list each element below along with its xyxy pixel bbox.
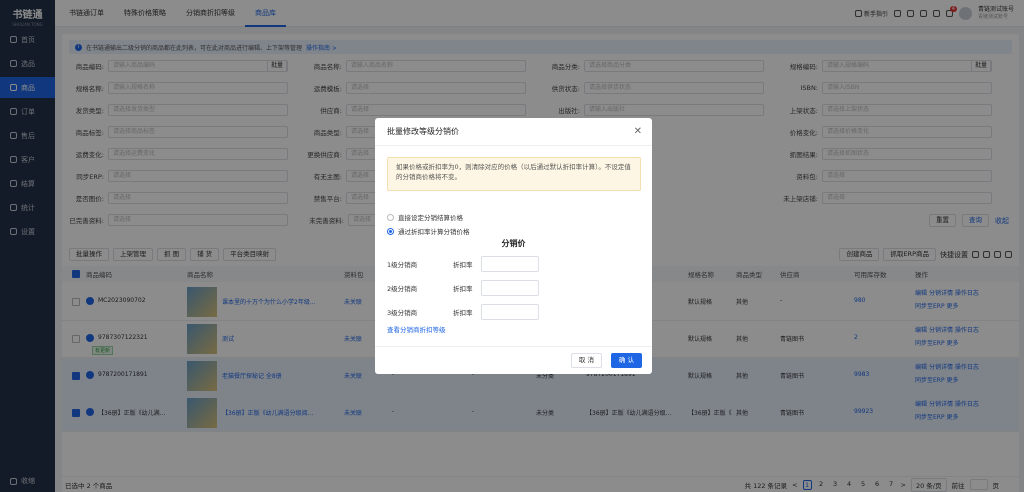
batch-discount-modal: 批量修改等级分销价 ✕ 如果价格或折扣率为0，则清除对应的价格（以后通过默认折扣…: [375, 118, 652, 374]
modal-title: 批量修改等级分销价: [375, 118, 652, 146]
level-field-label: 折扣率: [453, 309, 473, 317]
radio-direct-price[interactable]: 直接设定分销结算价格: [387, 212, 463, 222]
cancel-button[interactable]: 取 消: [570, 353, 602, 368]
level-row: 2级分销商 折扣率: [387, 280, 539, 296]
level-name: 3级分销商: [387, 309, 418, 317]
level-row: 1级分销商 折扣率: [387, 256, 539, 272]
view-discount-levels-link[interactable]: 查看分销商折扣等级: [387, 324, 446, 334]
level-row: 3级分销商 折扣率: [387, 304, 539, 320]
discount-rate-input[interactable]: [481, 280, 539, 296]
radio-checked-icon: [387, 227, 394, 235]
radio-icon: [387, 213, 394, 221]
level-name: 2级分销商: [387, 285, 418, 293]
modal-footer: 取 消 确 认: [375, 346, 652, 374]
discount-rate-input[interactable]: [481, 304, 539, 320]
section-title: 分销价: [501, 239, 526, 248]
close-icon[interactable]: ✕: [634, 126, 642, 137]
level-field-label: 折扣率: [453, 261, 473, 269]
confirm-button[interactable]: 确 认: [610, 353, 642, 368]
radio-discount-rate[interactable]: 通过折扣率计算分销价格: [387, 226, 470, 236]
level-field-label: 折扣率: [453, 285, 473, 293]
level-name: 1级分销商: [387, 261, 418, 269]
warning-box: 如果价格或折扣率为0，则清除对应的价格（以后通过默认折扣率计算）。不设定值的分销…: [387, 157, 641, 191]
discount-rate-input[interactable]: [481, 256, 539, 272]
